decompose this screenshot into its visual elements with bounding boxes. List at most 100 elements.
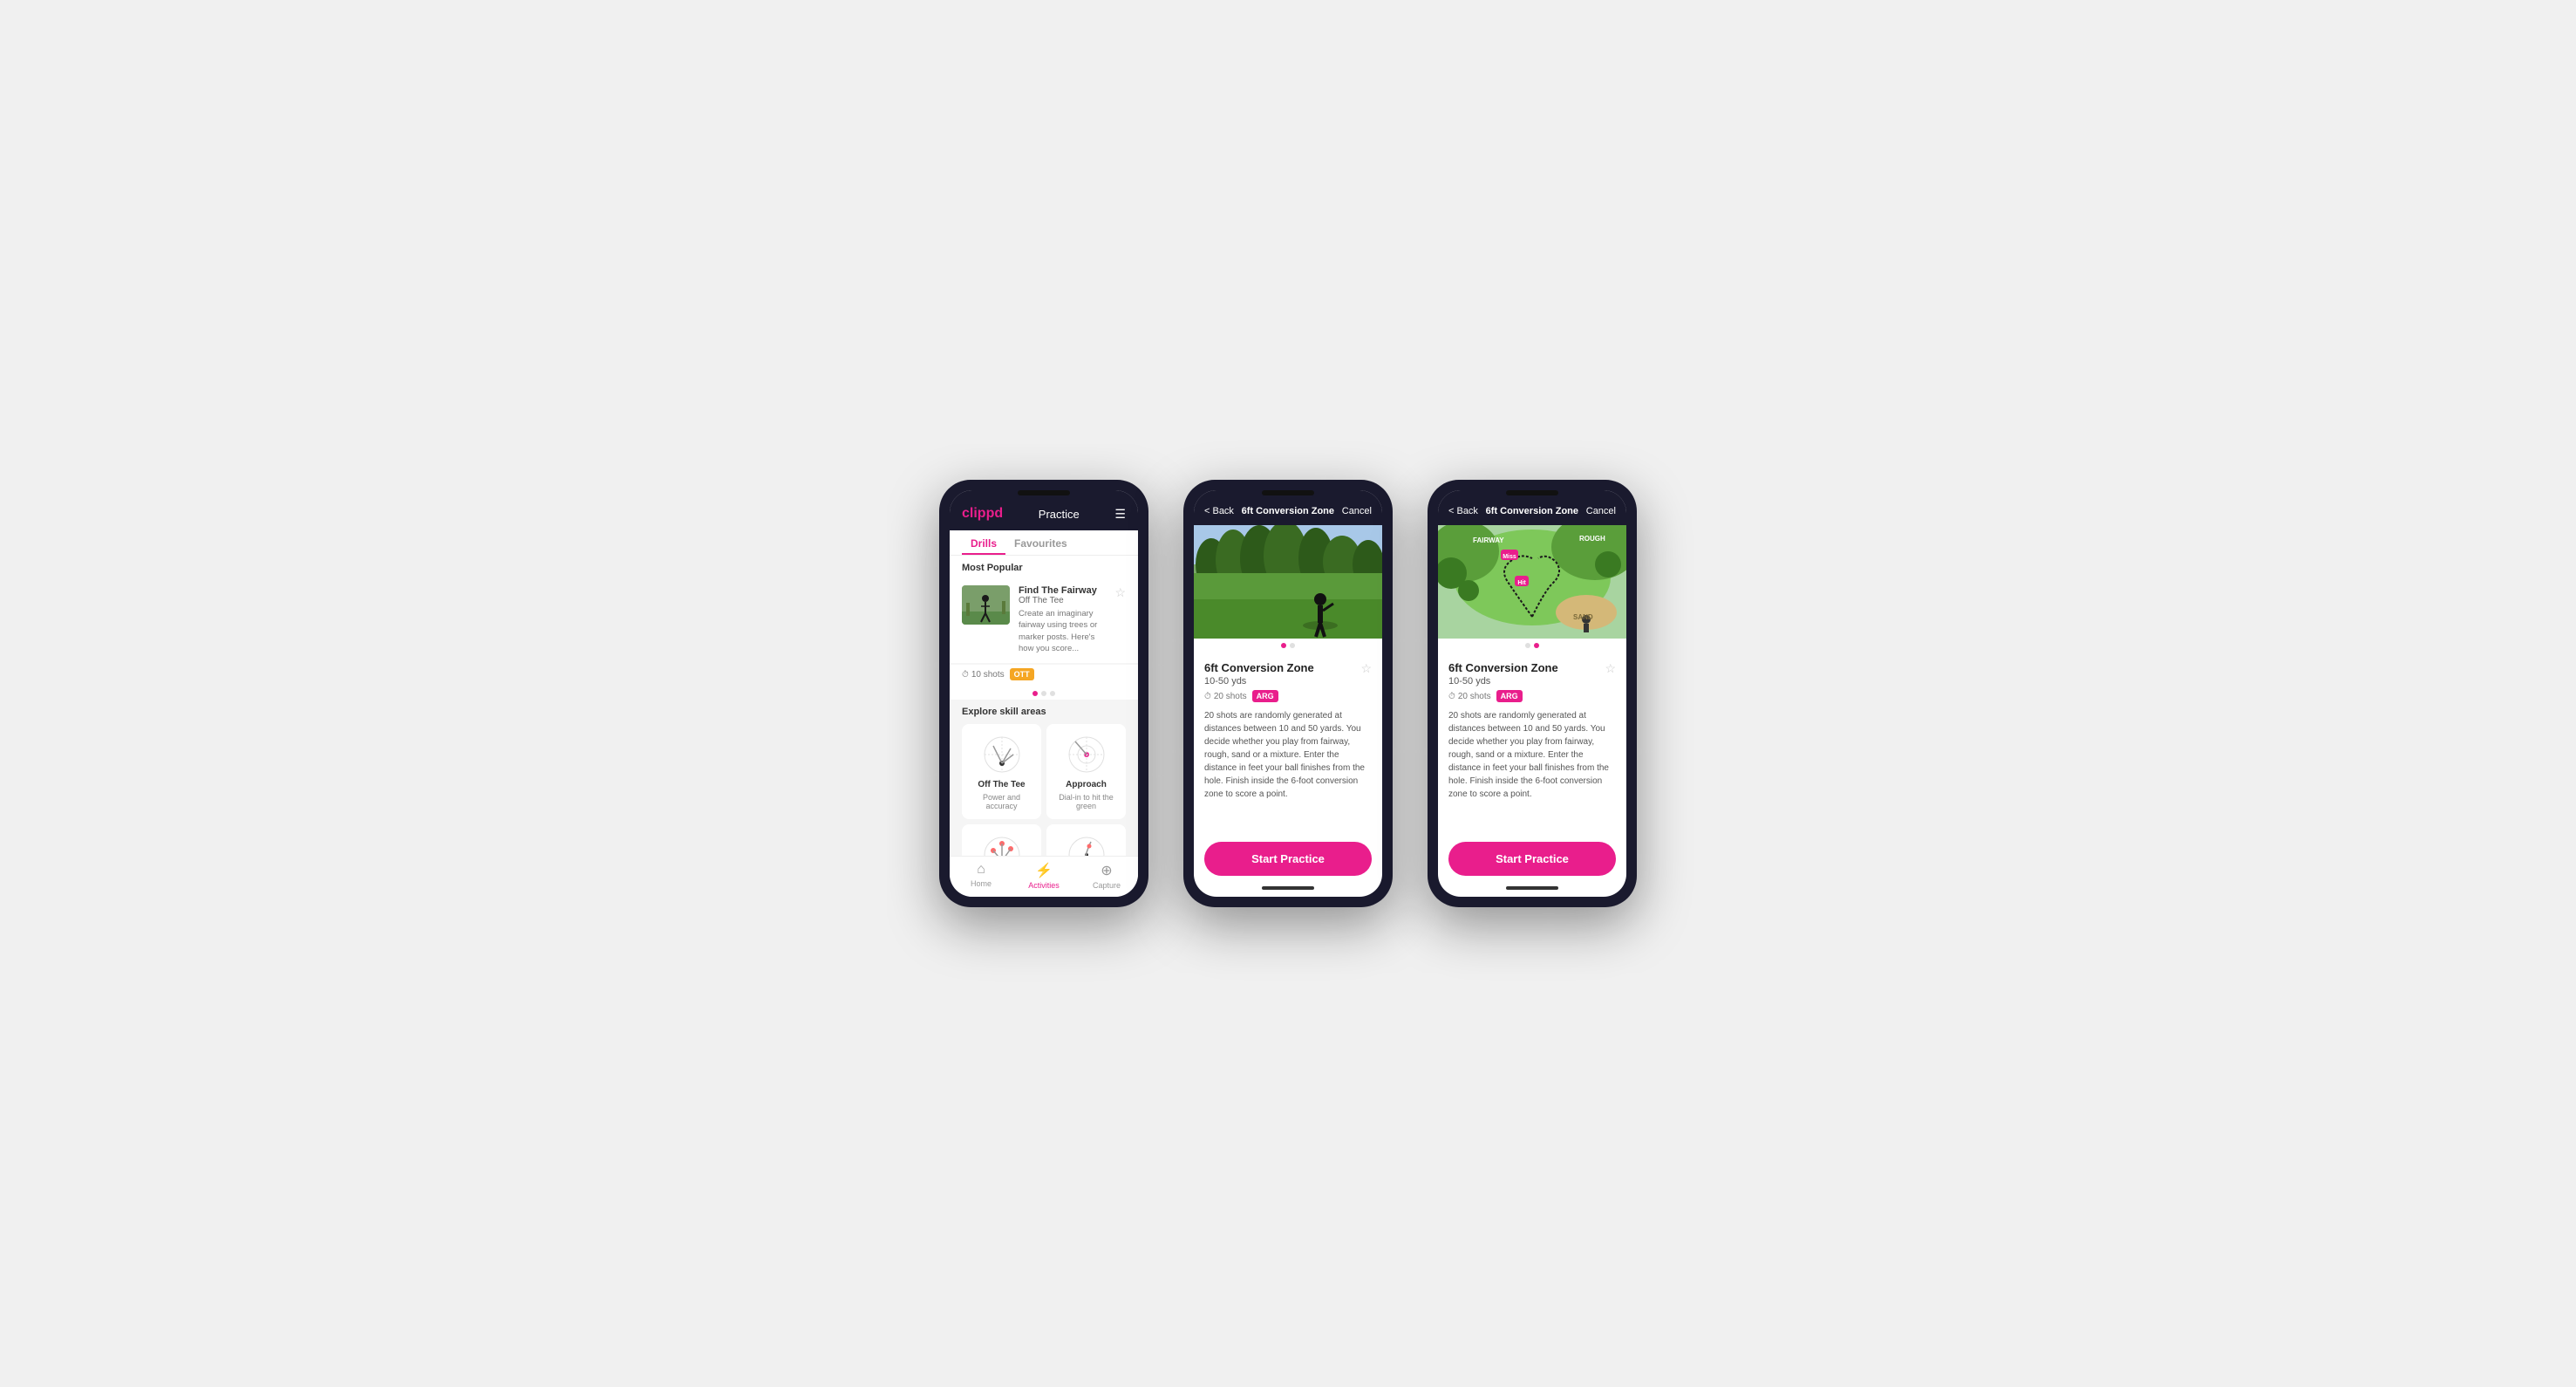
dot-1 xyxy=(1032,691,1038,696)
phone-3: < Back 6ft Conversion Zone Cancel xyxy=(1428,480,1637,907)
detail-header-2: < Back 6ft Conversion Zone Cancel xyxy=(1194,490,1382,525)
most-popular-label: Most Popular xyxy=(950,556,1138,577)
drill-thumb-image xyxy=(962,585,1010,625)
svg-text:Hit: Hit xyxy=(1517,580,1526,586)
skill-icon-approach xyxy=(1065,733,1108,776)
home-label: Home xyxy=(971,879,992,888)
drill-subtitle: Off The Tee xyxy=(1019,596,1106,605)
menu-icon[interactable]: ☰ xyxy=(1114,507,1126,522)
drill-title: Find The Fairway xyxy=(1019,585,1106,596)
detail-description: 20 shots are randomly generated at dista… xyxy=(1204,709,1372,801)
approach-name: Approach xyxy=(1066,780,1107,789)
capture-label: Capture xyxy=(1093,881,1121,890)
drill-map: Miss Hit FAIRWAY ROUGH SAND xyxy=(1438,525,1626,639)
ott-desc: Power and accuracy xyxy=(969,793,1034,810)
home-indicator-3 xyxy=(1506,886,1558,890)
shots-info: ⏱ 20 shots xyxy=(1204,692,1247,701)
favourite-icon[interactable]: ☆ xyxy=(1114,585,1126,600)
detail-header-3: < Back 6ft Conversion Zone Cancel xyxy=(1438,490,1626,525)
detail-drill-title: 6ft Conversion Zone xyxy=(1204,661,1314,674)
detail-fav-icon-3[interactable]: ☆ xyxy=(1605,661,1616,676)
detail-fav-icon[interactable]: ☆ xyxy=(1360,661,1372,676)
dot-3 xyxy=(1050,691,1055,696)
drill-meta: ⏱ 10 shots OTT xyxy=(950,665,1138,687)
skill-icon-ott xyxy=(980,733,1024,776)
back-button-3[interactable]: < Back xyxy=(1448,506,1478,516)
header-title: Practice xyxy=(1039,508,1080,521)
putting-icon-svg xyxy=(1065,833,1108,856)
detail-description-3: 20 shots are randomly generated at dista… xyxy=(1448,709,1616,801)
phone-3-screen: < Back 6ft Conversion Zone Cancel xyxy=(1438,490,1626,897)
clock-icon: ⏱ xyxy=(962,670,969,680)
tab-favourites[interactable]: Favourites xyxy=(1005,530,1076,555)
svg-text:FAIRWAY: FAIRWAY xyxy=(1473,536,1504,544)
img-dot-1 xyxy=(1281,643,1286,648)
tabs-bar: Drills Favourites xyxy=(950,530,1138,556)
drills-content: Most Popular xyxy=(950,556,1138,856)
arg-badge: ARG xyxy=(1252,690,1278,702)
app-logo: clippd xyxy=(962,506,1003,522)
skill-card-atg[interactable]: Around The Green Hone your short game xyxy=(962,824,1041,856)
golf-scene-svg xyxy=(1194,525,1382,639)
drill-description: Create an imaginary fairway using trees … xyxy=(1019,608,1106,654)
detail-yardage: 10-50 yds xyxy=(1204,676,1314,687)
phone-2: < Back 6ft Conversion Zone Cancel xyxy=(1183,480,1393,907)
skill-areas-section: Explore skill areas xyxy=(950,700,1138,856)
shots-label: ⏱ 10 shots xyxy=(962,670,1005,680)
skill-card-ott[interactable]: Off The Tee Power and accuracy xyxy=(962,724,1041,819)
start-practice-button-3[interactable]: Start Practice xyxy=(1448,842,1616,876)
drill-photo xyxy=(1194,525,1382,639)
bottom-nav: ⌂ Home ⚡ Activities ⊕ Capture xyxy=(950,856,1138,897)
activities-label: Activities xyxy=(1028,881,1060,890)
carousel-dots xyxy=(950,687,1138,700)
detail-title-2: 6ft Conversion Zone xyxy=(1242,506,1334,516)
skill-card-putting[interactable]: Putting Make and lag practice xyxy=(1046,824,1126,856)
approach-icon-svg xyxy=(1065,733,1108,776)
nav-activities[interactable]: ⚡ Activities xyxy=(1012,862,1075,890)
explore-label: Explore skill areas xyxy=(962,707,1126,724)
detail-meta-3: ⏱ 20 shots ARG xyxy=(1448,690,1616,702)
shots-info-3: ⏱ 20 shots xyxy=(1448,692,1491,701)
detail-drill-title-3: 6ft Conversion Zone xyxy=(1448,661,1558,674)
clock-icon-detail-3: ⏱ xyxy=(1448,692,1455,701)
featured-drill-card[interactable]: Find The Fairway Off The Tee Create an i… xyxy=(950,577,1138,663)
img-dot-2 xyxy=(1290,643,1295,648)
clock-icon-detail: ⏱ xyxy=(1204,692,1211,701)
drill-thumb-svg xyxy=(962,585,1010,625)
app-header: clippd Practice ☰ xyxy=(950,490,1138,530)
svg-text:Miss: Miss xyxy=(1503,554,1516,560)
atg-icon-svg xyxy=(980,833,1024,856)
approach-desc: Dial-in to hit the green xyxy=(1053,793,1119,810)
capture-icon: ⊕ xyxy=(1101,862,1112,879)
tab-drills[interactable]: Drills xyxy=(962,530,1005,555)
back-button-2[interactable]: < Back xyxy=(1204,506,1234,516)
activities-icon: ⚡ xyxy=(1035,862,1053,879)
skill-card-approach[interactable]: Approach Dial-in to hit the green xyxy=(1046,724,1126,819)
detail-fav-row-3: 6ft Conversion Zone 10-50 yds ☆ xyxy=(1448,661,1616,687)
image-dots-3 xyxy=(1438,639,1626,653)
detail-content-2: 6ft Conversion Zone 10-50 yds ☆ ⏱ 20 sho… xyxy=(1194,653,1382,835)
img-dot-3-2 xyxy=(1534,643,1539,648)
ott-badge: OTT xyxy=(1010,668,1034,680)
drill-info: Find The Fairway Off The Tee Create an i… xyxy=(1019,585,1106,654)
ott-name: Off The Tee xyxy=(978,780,1025,789)
detail-content-3: 6ft Conversion Zone 10-50 yds ☆ ⏱ 20 sho… xyxy=(1438,653,1626,835)
nav-home[interactable]: ⌂ Home xyxy=(950,862,1012,890)
home-indicator-2 xyxy=(1262,886,1314,890)
phone-2-screen: < Back 6ft Conversion Zone Cancel xyxy=(1194,490,1382,897)
drill-thumbnail xyxy=(962,585,1010,625)
map-svg: Miss Hit FAIRWAY ROUGH SAND xyxy=(1438,525,1626,639)
nav-capture[interactable]: ⊕ Capture xyxy=(1075,862,1138,890)
skill-icon-atg xyxy=(980,833,1024,856)
drill-title-group: 6ft Conversion Zone 10-50 yds xyxy=(1204,661,1314,687)
phones-container: clippd Practice ☰ Drills Favourites Most… xyxy=(939,480,1637,907)
cancel-button-2[interactable]: Cancel xyxy=(1342,506,1372,516)
ott-icon-svg xyxy=(980,733,1024,776)
skill-grid: Off The Tee Power and accuracy xyxy=(962,724,1126,856)
phone-1: clippd Practice ☰ Drills Favourites Most… xyxy=(939,480,1148,907)
skill-icon-putting xyxy=(1065,833,1108,856)
detail-meta: ⏱ 20 shots ARG xyxy=(1204,690,1372,702)
start-practice-button-2[interactable]: Start Practice xyxy=(1204,842,1372,876)
arg-badge-3: ARG xyxy=(1496,690,1523,702)
cancel-button-3[interactable]: Cancel xyxy=(1586,506,1616,516)
